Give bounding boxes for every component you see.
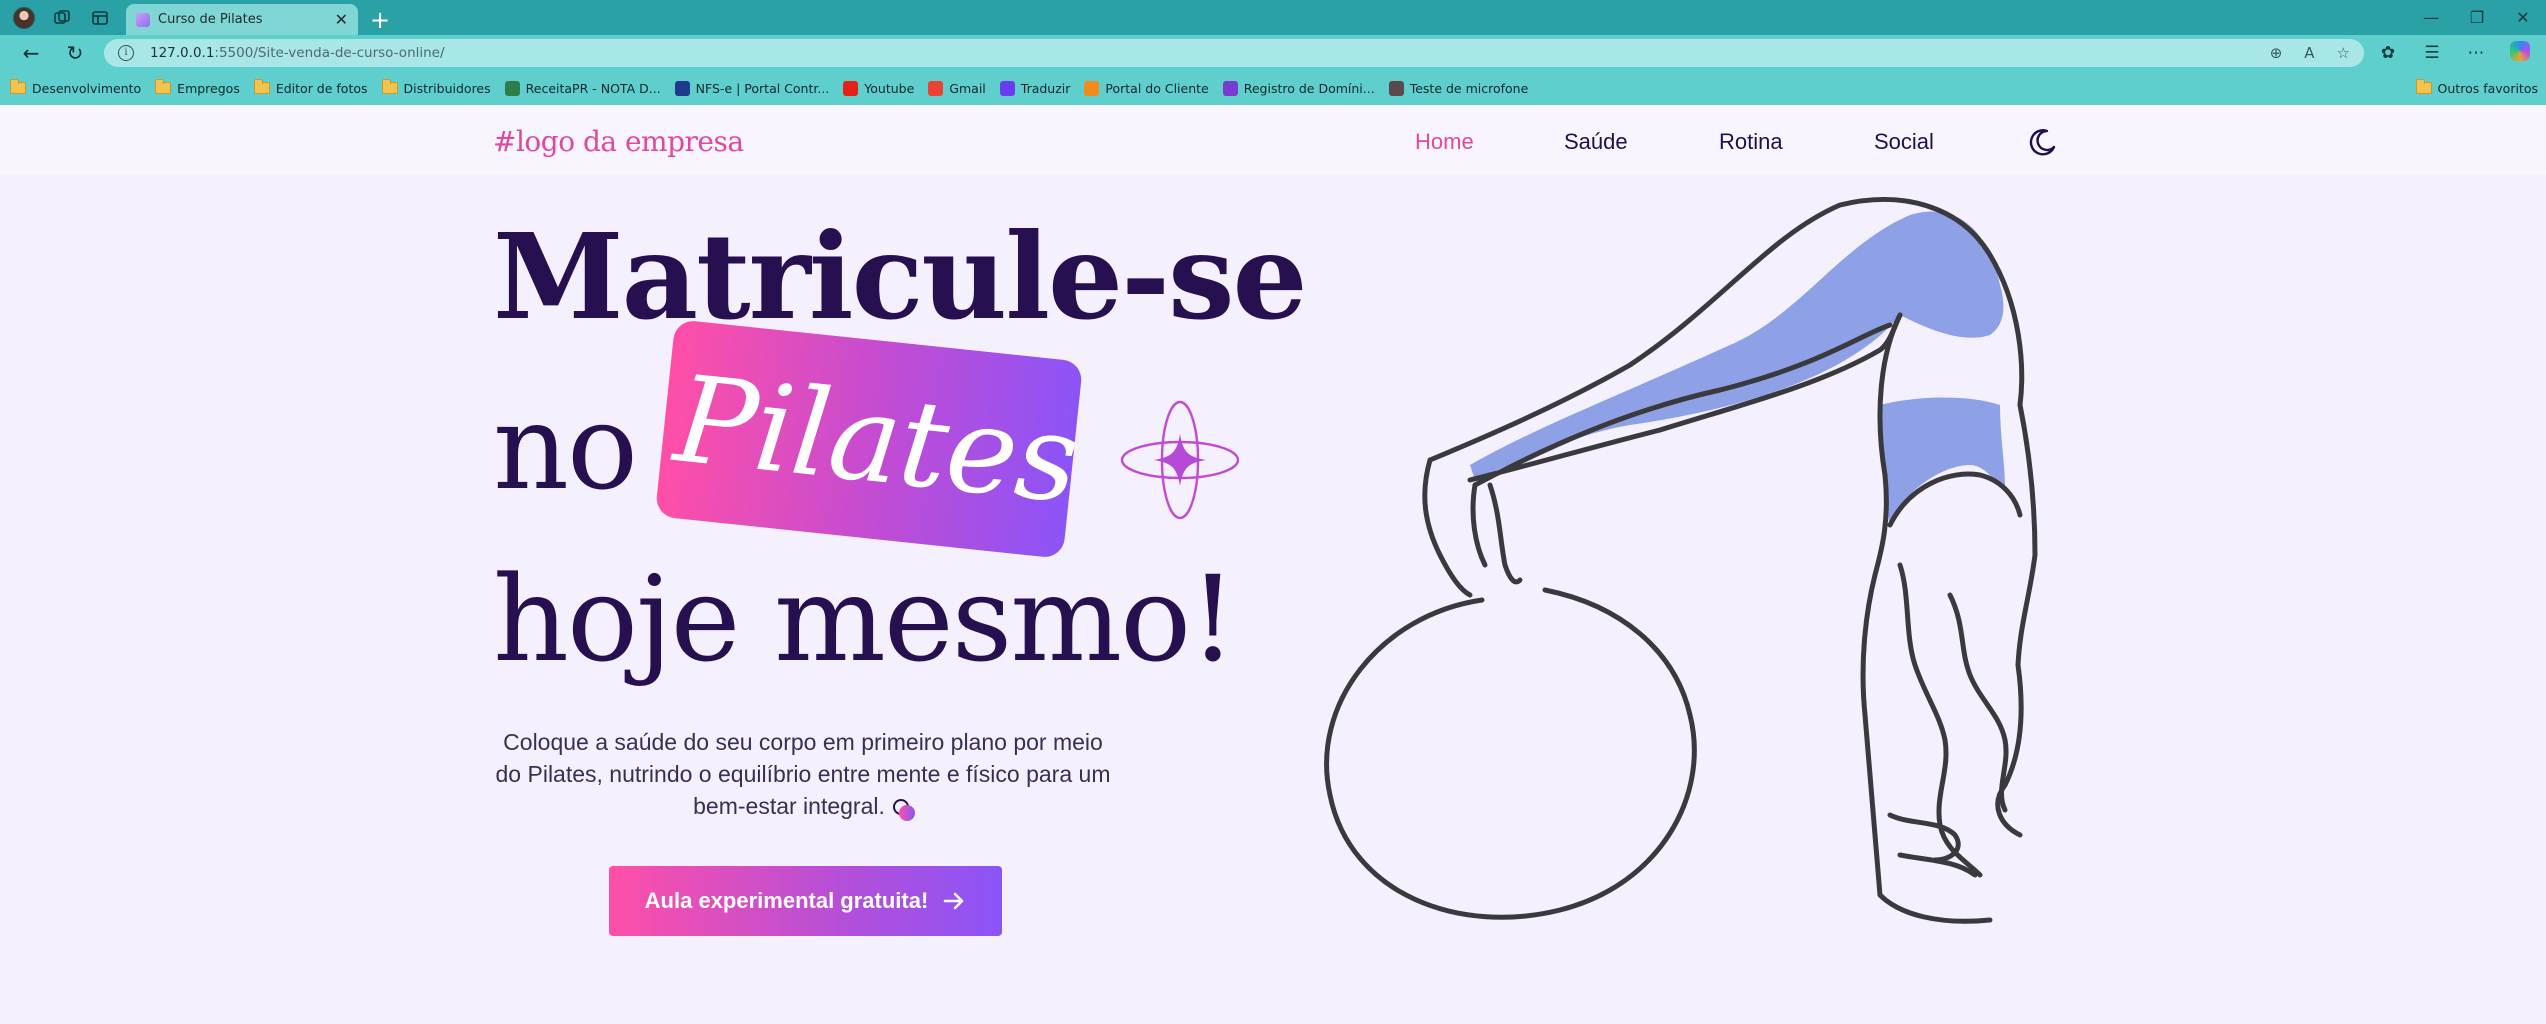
bookmark-item[interactable]: ReceitaPR - NOTA D...	[504, 80, 661, 96]
bookmark-label: Desenvolvimento	[32, 80, 142, 96]
new-tab-button[interactable]: +	[370, 8, 390, 32]
pilates-woman-illustration	[1324, 197, 2038, 924]
address-bar-row: ← ↻ i 127.0.0.1:5500/Site-venda-de-curso…	[0, 35, 2546, 71]
nfse-favicon	[674, 80, 690, 96]
tab-title: Curso de Pilates	[158, 12, 263, 27]
hero-title-line-3: hoje mesmo!	[493, 550, 1237, 688]
nav-home[interactable]: Home	[1415, 129, 1474, 155]
bookmark-item[interactable]: Empregos	[155, 79, 240, 96]
translate-favicon	[999, 80, 1015, 96]
nav-social[interactable]: Social	[1874, 129, 1934, 155]
url-path: :5500/Site-venda-de-curso-online/	[214, 45, 445, 61]
bookmark-item[interactable]: Teste de microfone	[1388, 80, 1529, 96]
browser-tab-bar: Curso de Pilates ✕ + — ❐ ✕	[0, 0, 2546, 35]
portal-favicon	[1084, 80, 1100, 96]
bookmark-label: Youtube	[864, 80, 915, 96]
refresh-button[interactable]: ↻	[58, 38, 92, 68]
bookmark-label: Gmail	[949, 80, 986, 96]
bookmark-item[interactable]: Portal do Cliente	[1084, 80, 1209, 96]
site-favicon-icon	[136, 12, 150, 27]
site-header: #logo da empresa Home Saúde Rotina Socia…	[0, 105, 2546, 175]
url-text: 127.0.0.1:5500/Site-venda-de-curso-onlin…	[150, 45, 445, 61]
other-favorites-folder[interactable]: Outros favoritos	[2415, 71, 2538, 105]
bookmark-label: Distribuidores	[403, 80, 491, 96]
microphone-favicon	[1388, 80, 1404, 96]
close-tab-icon[interactable]: ✕	[335, 10, 348, 29]
folder-icon	[253, 79, 270, 94]
hero-description-line-2: do Pilates, nutrindo o equilíbrio entre …	[495, 761, 1111, 787]
copilot-icon[interactable]	[2502, 40, 2538, 66]
free-trial-button-label: Aula experimental gratuita!	[644, 888, 929, 913]
favorites-icon[interactable]: ☰	[2414, 43, 2450, 63]
dark-mode-moon-icon[interactable]	[2025, 125, 2059, 159]
browser-tab-active[interactable]: Curso de Pilates ✕	[126, 4, 358, 35]
restore-button[interactable]: ❐	[2454, 8, 2500, 27]
folder-icon	[10, 79, 26, 94]
close-window-button[interactable]: ✕	[2500, 8, 2546, 27]
bookmark-label: Traduzir	[1020, 80, 1071, 96]
bookmark-item[interactable]: Traduzir	[999, 80, 1071, 96]
profile-avatar-icon[interactable]	[8, 4, 40, 32]
folder-icon	[381, 79, 398, 94]
bookmark-item[interactable]: Desenvolvimento	[10, 79, 142, 96]
bookmark-label: Teste de microfone	[1409, 80, 1529, 96]
hero-description: Coloque a saúde do seu corpo em primeiro…	[493, 726, 1113, 822]
nav-saude[interactable]: Saúde	[1564, 129, 1628, 155]
folder-icon	[155, 79, 172, 94]
bookmark-label: Editor de fotos	[275, 80, 368, 96]
workspaces-icon[interactable]	[46, 4, 78, 32]
url-host: 127.0.0.1	[150, 45, 215, 61]
decorative-bubble-icon	[891, 797, 915, 821]
bookmark-label: Registro de Domíni...	[1243, 80, 1375, 96]
youtube-favicon	[843, 80, 859, 96]
folder-icon	[2415, 79, 2432, 94]
bookmark-label: Empregos	[177, 80, 240, 96]
bookmark-item[interactable]: Youtube	[843, 80, 915, 96]
bookmark-item[interactable]: Editor de fotos	[253, 79, 368, 96]
receita-favicon	[504, 80, 520, 96]
sparkle-star-icon	[1120, 400, 1240, 520]
favorite-star-icon[interactable]: ☆	[2337, 44, 2350, 62]
hero-description-line-1: Coloque a saúde do seu corpo em primeiro…	[503, 729, 1103, 755]
back-button[interactable]: ←	[14, 38, 48, 68]
other-favorites-label: Outros favoritos	[2437, 80, 2538, 96]
gmail-favicon	[928, 80, 944, 96]
free-trial-button[interactable]: Aula experimental gratuita!	[609, 866, 1002, 936]
tab-actions-icon[interactable]	[84, 4, 116, 32]
hero-title-line-2-prefix: no	[493, 378, 638, 516]
bookmark-item[interactable]: NFS-e | Portal Contr...	[674, 80, 830, 96]
nav-rotina[interactable]: Rotina	[1719, 129, 1783, 155]
bookmark-label: NFS-e | Portal Contr...	[695, 80, 830, 96]
registro-favicon	[1222, 80, 1238, 96]
hero-description-line-3: bem-estar integral.	[693, 793, 885, 819]
read-aloud-icon[interactable]: A	[2304, 44, 2314, 62]
minimize-button[interactable]: —	[2408, 8, 2454, 27]
bookmark-item[interactable]: Registro de Domíni...	[1222, 80, 1375, 96]
site-info-icon[interactable]: i	[118, 45, 134, 61]
hero-title-line-1: Matricule-se	[493, 207, 1308, 346]
bookmark-item[interactable]: Distribuidores	[381, 79, 491, 96]
bookmark-label: Portal do Cliente	[1105, 80, 1209, 96]
bookmarks-bar: Desenvolvimento Empregos Editor de fotos Di…	[0, 71, 2546, 105]
bookmark-item[interactable]: Gmail	[928, 80, 986, 96]
company-logo[interactable]: #logo da empresa	[493, 125, 744, 158]
extensions-icon[interactable]: ✿	[2370, 43, 2406, 63]
arrow-right-icon	[944, 892, 964, 910]
zoom-icon[interactable]: ⊕	[2270, 44, 2283, 62]
url-input[interactable]: i 127.0.0.1:5500/Site-venda-de-curso-onl…	[104, 39, 2364, 67]
more-menu-icon[interactable]: ⋯	[2458, 43, 2494, 63]
bookmark-label: ReceitaPR - NOTA D...	[525, 80, 661, 96]
